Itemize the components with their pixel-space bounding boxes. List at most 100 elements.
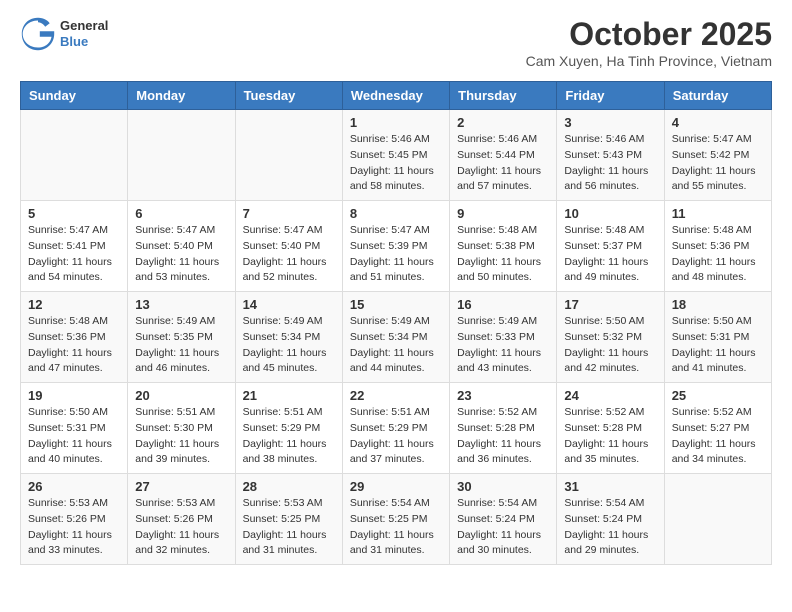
column-header-monday: Monday	[128, 82, 235, 110]
calendar-cell: 16Sunrise: 5:49 AM Sunset: 5:33 PM Dayli…	[450, 292, 557, 383]
calendar-cell: 2 Sunrise: 5:46 AM Sunset: 5:44 PM Daylig…	[450, 110, 557, 201]
day-info: Sunrise: 5:48 AM Sunset: 5:37 PM Dayligh…	[564, 223, 656, 286]
calendar-cell	[128, 110, 235, 201]
day-number: 27	[135, 479, 227, 494]
day-number: 8	[350, 206, 442, 221]
day-info: Sunrise: 5:47 AM Sunset: 5:40 PM Dayligh…	[135, 223, 227, 286]
calendar-cell: 31 Sunrise: 5:54 AM Sunset: 5:24 PM Dayli…	[557, 474, 664, 565]
calendar-week-row: 5 Sunrise: 5:47 AM Sunset: 5:41 PM Daylig…	[21, 201, 772, 292]
logo-general: General	[60, 18, 108, 34]
title-block: October 2025 Cam Xuyen, Ha Tinh Province…	[526, 16, 772, 69]
day-info: Sunrise: 5:50 AM Sunset: 5:31 PM Dayligh…	[672, 314, 764, 377]
day-info: Sunrise: 5:52 AM Sunset: 5:28 PM Dayligh…	[457, 405, 549, 468]
logo-icon	[20, 16, 56, 52]
day-number: 14	[243, 297, 335, 312]
day-number: 30	[457, 479, 549, 494]
day-info: Sunrise: 5:54 AM Sunset: 5:24 PM Dayligh…	[564, 496, 656, 559]
day-number: 3	[564, 115, 656, 130]
calendar-cell: 23 Sunrise: 5:52 AM Sunset: 5:28 PM Dayli…	[450, 383, 557, 474]
day-number: 25	[672, 388, 764, 403]
day-number: 29	[350, 479, 442, 494]
day-number: 22	[350, 388, 442, 403]
column-header-wednesday: Wednesday	[342, 82, 449, 110]
calendar-cell: 6 Sunrise: 5:47 AM Sunset: 5:40 PM Daylig…	[128, 201, 235, 292]
month-title: October 2025	[526, 16, 772, 53]
day-info: Sunrise: 5:54 AM Sunset: 5:25 PM Dayligh…	[350, 496, 442, 559]
day-info: Sunrise: 5:48 AM Sunset: 5:36 PM Dayligh…	[672, 223, 764, 286]
calendar-cell: 12Sunrise: 5:48 AM Sunset: 5:36 PM Dayli…	[21, 292, 128, 383]
day-number: 24	[564, 388, 656, 403]
day-info: Sunrise: 5:46 AM Sunset: 5:44 PM Dayligh…	[457, 132, 549, 195]
calendar-cell: 18 Sunrise: 5:50 AM Sunset: 5:31 PM Dayli…	[664, 292, 771, 383]
calendar-cell: 11 Sunrise: 5:48 AM Sunset: 5:36 PM Dayli…	[664, 201, 771, 292]
day-number: 18	[672, 297, 764, 312]
calendar-week-row: 12Sunrise: 5:48 AM Sunset: 5:36 PM Dayli…	[21, 292, 772, 383]
day-number: 10	[564, 206, 656, 221]
calendar-cell	[664, 474, 771, 565]
day-number: 20	[135, 388, 227, 403]
day-info: Sunrise: 5:52 AM Sunset: 5:27 PM Dayligh…	[672, 405, 764, 468]
day-number: 11	[672, 206, 764, 221]
calendar-cell	[235, 110, 342, 201]
calendar-week-row: 26 Sunrise: 5:53 AM Sunset: 5:26 PM Dayli…	[21, 474, 772, 565]
day-number: 2	[457, 115, 549, 130]
calendar-cell: 13 Sunrise: 5:49 AM Sunset: 5:35 PM Dayli…	[128, 292, 235, 383]
column-header-tuesday: Tuesday	[235, 82, 342, 110]
calendar-cell: 20 Sunrise: 5:51 AM Sunset: 5:30 PM Dayli…	[128, 383, 235, 474]
day-number: 4	[672, 115, 764, 130]
day-info: Sunrise: 5:51 AM Sunset: 5:30 PM Dayligh…	[135, 405, 227, 468]
day-info: Sunrise: 5:47 AM Sunset: 5:42 PM Dayligh…	[672, 132, 764, 195]
day-info: Sunrise: 5:49 AM Sunset: 5:35 PM Dayligh…	[135, 314, 227, 377]
day-info: Sunrise: 5:53 AM Sunset: 5:26 PM Dayligh…	[135, 496, 227, 559]
calendar-cell: 8Sunrise: 5:47 AM Sunset: 5:39 PM Daylig…	[342, 201, 449, 292]
calendar-cell: 3 Sunrise: 5:46 AM Sunset: 5:43 PM Daylig…	[557, 110, 664, 201]
calendar-cell: 7 Sunrise: 5:47 AM Sunset: 5:40 PM Daylig…	[235, 201, 342, 292]
day-info: Sunrise: 5:49 AM Sunset: 5:33 PM Dayligh…	[457, 314, 549, 377]
calendar-cell: 9 Sunrise: 5:48 AM Sunset: 5:38 PM Daylig…	[450, 201, 557, 292]
logo-text: General Blue	[60, 18, 108, 49]
day-info: Sunrise: 5:48 AM Sunset: 5:36 PM Dayligh…	[28, 314, 120, 377]
day-number: 7	[243, 206, 335, 221]
calendar-cell: 14 Sunrise: 5:49 AM Sunset: 5:34 PM Dayli…	[235, 292, 342, 383]
day-info: Sunrise: 5:50 AM Sunset: 5:31 PM Dayligh…	[28, 405, 120, 468]
day-number: 28	[243, 479, 335, 494]
day-info: Sunrise: 5:50 AM Sunset: 5:32 PM Dayligh…	[564, 314, 656, 377]
calendar-cell: 28 Sunrise: 5:53 AM Sunset: 5:25 PM Dayli…	[235, 474, 342, 565]
page-header: General Blue October 2025 Cam Xuyen, Ha …	[20, 16, 772, 69]
day-info: Sunrise: 5:49 AM Sunset: 5:34 PM Dayligh…	[243, 314, 335, 377]
day-info: Sunrise: 5:46 AM Sunset: 5:45 PM Dayligh…	[350, 132, 442, 195]
calendar-cell: 27 Sunrise: 5:53 AM Sunset: 5:26 PM Dayli…	[128, 474, 235, 565]
calendar-cell: 1 Sunrise: 5:46 AM Sunset: 5:45 PM Daylig…	[342, 110, 449, 201]
calendar-week-row: 19 Sunrise: 5:50 AM Sunset: 5:31 PM Dayli…	[21, 383, 772, 474]
day-number: 26	[28, 479, 120, 494]
calendar-cell: 4 Sunrise: 5:47 AM Sunset: 5:42 PM Daylig…	[664, 110, 771, 201]
day-number: 31	[564, 479, 656, 494]
calendar-cell: 21Sunrise: 5:51 AM Sunset: 5:29 PM Dayli…	[235, 383, 342, 474]
day-number: 5	[28, 206, 120, 221]
column-header-thursday: Thursday	[450, 82, 557, 110]
calendar-table: SundayMondayTuesdayWednesdayThursdayFrid…	[20, 81, 772, 565]
day-number: 6	[135, 206, 227, 221]
day-info: Sunrise: 5:46 AM Sunset: 5:43 PM Dayligh…	[564, 132, 656, 195]
calendar-cell	[21, 110, 128, 201]
day-info: Sunrise: 5:47 AM Sunset: 5:41 PM Dayligh…	[28, 223, 120, 286]
day-number: 15	[350, 297, 442, 312]
calendar-cell: 30 Sunrise: 5:54 AM Sunset: 5:24 PM Dayli…	[450, 474, 557, 565]
logo-blue: Blue	[60, 34, 108, 50]
calendar-cell: 22Sunrise: 5:51 AM Sunset: 5:29 PM Dayli…	[342, 383, 449, 474]
calendar-week-row: 1 Sunrise: 5:46 AM Sunset: 5:45 PM Daylig…	[21, 110, 772, 201]
column-header-saturday: Saturday	[664, 82, 771, 110]
day-number: 9	[457, 206, 549, 221]
day-info: Sunrise: 5:48 AM Sunset: 5:38 PM Dayligh…	[457, 223, 549, 286]
calendar-cell: 10 Sunrise: 5:48 AM Sunset: 5:37 PM Dayli…	[557, 201, 664, 292]
day-number: 23	[457, 388, 549, 403]
day-number: 19	[28, 388, 120, 403]
column-header-sunday: Sunday	[21, 82, 128, 110]
day-info: Sunrise: 5:47 AM Sunset: 5:40 PM Dayligh…	[243, 223, 335, 286]
day-info: Sunrise: 5:54 AM Sunset: 5:24 PM Dayligh…	[457, 496, 549, 559]
day-info: Sunrise: 5:53 AM Sunset: 5:25 PM Dayligh…	[243, 496, 335, 559]
day-number: 13	[135, 297, 227, 312]
calendar-cell: 26Sunrise: 5:53 AM Sunset: 5:26 PM Dayli…	[21, 474, 128, 565]
day-number: 1	[350, 115, 442, 130]
day-info: Sunrise: 5:49 AM Sunset: 5:34 PM Dayligh…	[350, 314, 442, 377]
